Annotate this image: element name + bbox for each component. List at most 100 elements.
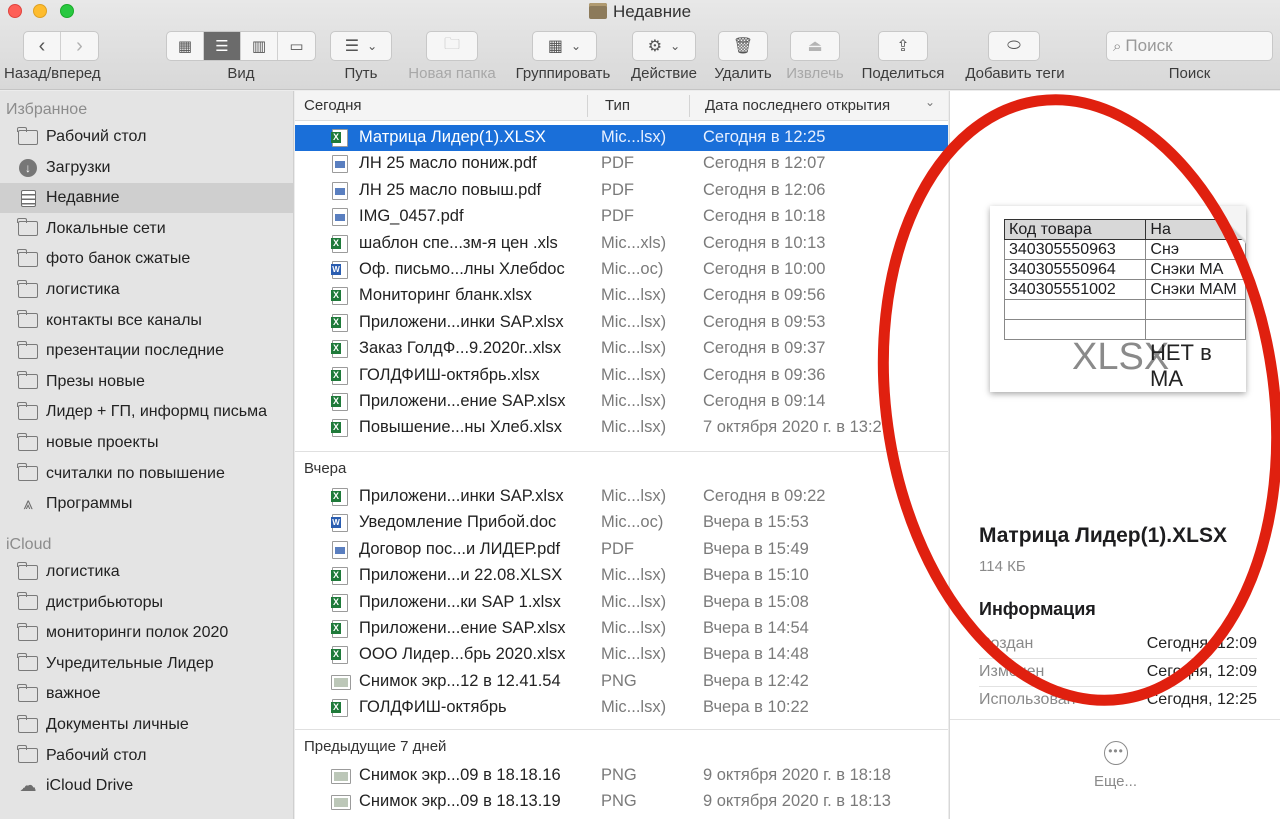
file-type: Mic...lsx) (601, 339, 667, 358)
sidebar-item[interactable]: контакты все каналы (0, 306, 293, 336)
list-icon: ☰ (215, 38, 229, 55)
file-type: Mic...lsx) (601, 698, 667, 717)
pdf-file-icon (332, 208, 348, 227)
folder-icon (17, 310, 38, 329)
more-button-label[interactable]: Еще... (950, 773, 1280, 790)
sidebar-item[interactable]: фото банок сжатые (0, 244, 293, 274)
file-row[interactable]: ГОЛДФИШ-октябрь Mic...lsx) Вчера в 10:22 (295, 695, 948, 721)
file-row[interactable]: Договор пос...и ЛИДЕР.pdf PDF Вчера в 15:4… (295, 537, 948, 563)
applications-icon: ⩓ (23, 494, 33, 514)
group-button[interactable]: ▦ ⌄ (532, 31, 597, 61)
file-row[interactable]: Приложени...инки SAP.xlsx Mic...lsx) Сегод… (295, 484, 948, 510)
file-row[interactable]: IMG_0457.pdf PDF Сегодня в 10:18 (295, 204, 948, 230)
file-date: 9 октября 2020 г. в 18:13 (703, 792, 891, 811)
sidebar-item[interactable]: дистрибьюторы (0, 588, 293, 618)
sidebar-item[interactable]: Учредительные Лидер (0, 649, 293, 679)
file-row[interactable]: Приложени...ение SAP.xlsx Mic...lsx) Вчера… (295, 616, 948, 642)
info-key: Изменен (979, 663, 1045, 680)
sidebar-item[interactable]: ☁ iCloud Drive (0, 771, 293, 801)
file-row[interactable]: Мониторинг бланк.xlsx Mic...lsx) Сегодня в… (295, 283, 948, 309)
sidebar-item[interactable]: новые проекты (0, 428, 293, 458)
window-title: Недавние (0, 2, 1280, 22)
folder-icon (17, 248, 38, 267)
back-button[interactable]: ‹ (24, 32, 61, 60)
path-button[interactable]: ☰ ⌄ (330, 31, 392, 61)
sidebar-item[interactable]: Локальные сети (0, 214, 293, 244)
file-row[interactable]: Снимок экр...12 в 12.41.54 PNG Вчера в 12:… (295, 669, 948, 695)
file-date: Сегодня в 10:18 (703, 207, 826, 226)
share-button[interactable]: ⇪ (878, 31, 928, 61)
file-name: Снимок экр...09 в 18.18.16 (359, 766, 561, 784)
more-icon[interactable]: ••• (1104, 741, 1128, 765)
xls-file-icon (331, 313, 348, 332)
sidebar-item[interactable]: логистика (0, 557, 293, 587)
sidebar-item[interactable]: Презы новые (0, 367, 293, 397)
file-row[interactable]: Оф. письмо...лны Хлебdoc Mic...oc) Сегодня… (295, 257, 948, 283)
sidebar-item[interactable]: Рабочий стол (0, 122, 293, 152)
sidebar-item[interactable]: ⩓ Программы (0, 489, 293, 519)
file-type: Mic...lsx) (601, 128, 667, 146)
file-row[interactable]: ООО Лидер...брь 2020.xlsx Mic...lsx) Вчера… (295, 642, 948, 668)
file-type: Mic...xls) (601, 233, 667, 252)
file-row[interactable]: Снимок экр...09 в 18.13.19 PNG 9 октября 2… (295, 789, 948, 815)
forward-button[interactable]: › (61, 32, 98, 60)
new-folder-button[interactable]: 🗀 (426, 31, 478, 61)
column-divider[interactable] (689, 95, 690, 117)
column-divider[interactable] (587, 95, 588, 117)
sidebar-item[interactable]: презентации последние (0, 336, 293, 366)
file-list: Сегодня Тип Дата последнего открытия ⌄ М… (295, 91, 948, 819)
sidebar-item[interactable]: Недавние (0, 183, 293, 214)
file-row[interactable]: ГОЛДФИШ-октябрь.xlsx Mic...lsx) Сегодня в … (295, 363, 948, 389)
folder-icon (17, 653, 38, 672)
gallery-view-button[interactable]: ▭ (278, 32, 315, 60)
column-date[interactable]: Дата последнего открытия (705, 97, 890, 114)
search-input[interactable] (1125, 36, 1256, 56)
file-row[interactable]: Матрица Лидер(1).XLSX Mic...lsx) Сегодня в… (295, 125, 948, 151)
file-row[interactable]: ЛН 25 масло пониж.pdf PDF Сегодня в 12:07 (295, 151, 948, 177)
eject-button[interactable]: ⏏ (790, 31, 840, 61)
file-row[interactable]: Снимок экр...09 в 18.18.16 PNG 9 октября 2… (295, 763, 948, 789)
column-name[interactable]: Сегодня (304, 97, 362, 114)
file-thumbnail[interactable]: Код товара На 340305550963 Снэ 3403055509… (990, 206, 1246, 392)
xls-file-icon (331, 419, 348, 438)
file-row[interactable]: Повышение...ны Хлеб.xlsx Mic...lsx) 7 октя… (295, 415, 948, 441)
file-row[interactable]: Приложени...ение SAP.xlsx Mic...lsx) Сегод… (295, 389, 948, 415)
file-row[interactable]: ЛН 25 масло повыш.pdf PDF Сегодня в 12:06 (295, 178, 948, 204)
action-button[interactable]: ⚙ ⌄ (632, 31, 696, 61)
tags-button[interactable]: ⬭ (988, 31, 1040, 61)
folder-icon (17, 401, 38, 420)
sidebar-item[interactable]: логистика (0, 275, 293, 305)
file-row[interactable]: Уведомление Прибой.doc Mic...oc) Вчера в 1… (295, 510, 948, 536)
sidebar-item[interactable]: ↓ Загрузки (0, 153, 293, 183)
folder-icon (17, 561, 38, 580)
sidebar-item[interactable]: считалки по повышение (0, 459, 293, 489)
search-field[interactable]: ⌕ (1106, 31, 1273, 61)
folder-icon (17, 371, 38, 390)
file-row[interactable]: шаблон спе...зм-я цен .xls Mic...xls) Сего… (295, 231, 948, 257)
file-date: Сегодня в 09:36 (703, 365, 826, 384)
list-view-button[interactable]: ☰ (204, 32, 241, 60)
file-row[interactable]: Заказ ГолдФ...9.2020г..xlsx Mic...lsx) Сег… (295, 336, 948, 362)
pdf-file-icon (332, 181, 348, 200)
sidebar-item[interactable]: мониторинги полок 2020 (0, 618, 293, 648)
folder-icon (17, 463, 38, 482)
info-row-created: Создан Сегодня, 12:09 (979, 631, 1257, 659)
eject-icon: ⏏ (807, 38, 823, 55)
sidebar-item[interactable]: Документы личные (0, 710, 293, 740)
icon-view-button[interactable]: ▦ (167, 32, 204, 60)
sidebar-item[interactable]: важное (0, 679, 293, 709)
sidebar-item[interactable]: Рабочий стол (0, 741, 293, 771)
sidebar-item-label: Локальные сети (46, 219, 166, 237)
file-row[interactable]: Приложени...ки SAP 1.xlsx Mic...lsx) Вчера… (295, 590, 948, 616)
column-type[interactable]: Тип (605, 97, 630, 114)
sidebar-item[interactable]: Лидер + ГП, информц письма (0, 397, 293, 427)
column-view-button[interactable]: ▥ (241, 32, 278, 60)
share-label: Поделиться (861, 65, 945, 82)
sidebar-item-label: iCloud Drive (46, 777, 134, 795)
file-date: Сегодня в 10:13 (703, 233, 826, 252)
delete-button[interactable]: 🗑 (718, 31, 768, 61)
folder-icon (17, 340, 38, 359)
file-date: Сегодня в 09:14 (703, 392, 826, 410)
file-row[interactable]: Приложени...инки SAP.xlsx Mic...lsx) Сегод… (295, 310, 948, 336)
file-row[interactable]: Приложени...и 22.08.XLSX Mic...lsx) Вчера … (295, 563, 948, 589)
